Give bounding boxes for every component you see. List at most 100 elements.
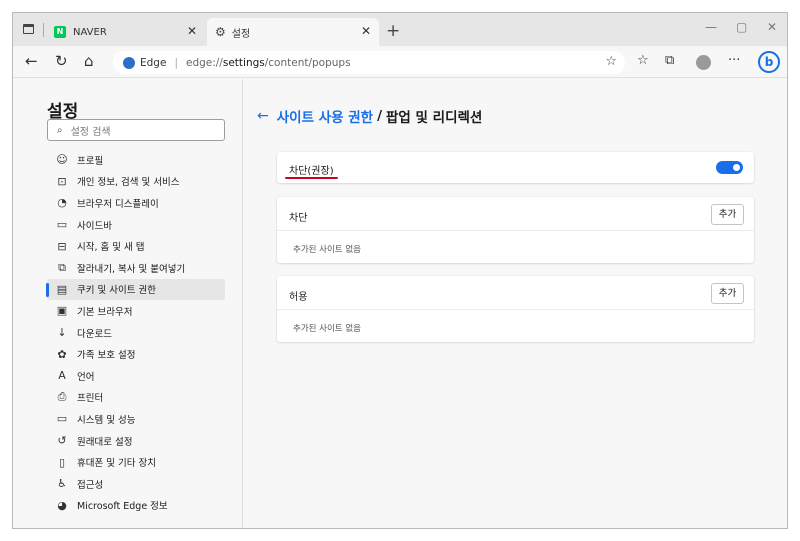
sidebar-item[interactable]: ◔ 브라우저 디스플레이 [47, 192, 225, 214]
reset-icon: ↺ [57, 434, 67, 448]
sidebar-item-label: 쿠키 및 사이트 권한 [77, 285, 156, 297]
gear-icon: ⚙ [215, 25, 226, 39]
sidebar-item[interactable]: ☺ 프로필 [47, 149, 225, 171]
block-empty-text: 추가된 사이트 없음 [293, 245, 361, 255]
settings-nav: ☺ 프로필 ⊡ 개인 정보, 검색 및 서비스 ◔ 브라우저 디스플레이 ▭ 사이드바 ⊟ 시작,… [46, 149, 225, 517]
workspaces-icon[interactable] [23, 24, 34, 34]
back-arrow-icon[interactable]: ← [257, 108, 269, 124]
site-label: Edge [140, 56, 167, 69]
sidebar-item-label: 잘라내기, 복사 및 붙여넣기 [77, 263, 186, 275]
sidebar-item[interactable]: ↺ 원래대로 설정 [47, 430, 225, 452]
address-bar[interactable]: Edge | edge://settings/content/popups ☆ [113, 51, 625, 74]
url-host: settings [222, 56, 265, 69]
maximize-button[interactable]: ▢ [736, 20, 747, 34]
bing-chat-icon[interactable]: b [758, 51, 780, 73]
sidebar-item-label: 시스템 및 성능 [77, 414, 136, 426]
sidebar-icon: ▭ [56, 218, 68, 232]
sidebar-item[interactable]: ⊟ 시작, 홈 및 새 탭 [47, 235, 225, 257]
block-recommended-label: 차단(권장) [289, 166, 334, 177]
favorites-icon[interactable]: ☆ [637, 52, 649, 70]
accessibility-icon: ♿ [57, 477, 67, 491]
sidebar-item-label: 프린터 [77, 393, 104, 405]
settings-search-input[interactable]: ⌕ 설정 검색 [47, 119, 225, 141]
cookies-icon: ▤ [56, 282, 68, 296]
phone-icon: ▯ [58, 455, 66, 469]
back-arrow-icon[interactable]: ← [25, 52, 38, 70]
allow-add-button[interactable]: 추가 [711, 283, 744, 304]
tab-strip: N NAVER ✕ ⚙ 설정 ✕ + — ▢ ✕ [13, 13, 787, 46]
block-section: 차단 추가 추가된 사이트 없음 [277, 197, 754, 263]
sidebar-item[interactable]: ⊡ 개인 정보, 검색 및 서비스 [47, 171, 225, 193]
sidebar-item[interactable]: ▭ 사이드바 [47, 214, 225, 236]
block-section-title: 차단 [289, 213, 308, 224]
sidebar-item-label: 언어 [77, 371, 95, 383]
tab-title: NAVER [73, 26, 107, 38]
allow-section-title: 허용 [289, 292, 308, 303]
tab-strip-separator [43, 23, 44, 37]
search-placeholder: 설정 검색 [70, 126, 111, 138]
download-icon: ↓ [57, 326, 67, 340]
add-favorite-icon[interactable]: ☆ [605, 54, 617, 69]
sidebar-item-label: 브라우저 디스플레이 [77, 198, 159, 210]
minimize-button[interactable]: — [705, 20, 717, 34]
tab-title: 설정 [231, 28, 251, 40]
block-setting-card: 차단(권장) [277, 152, 754, 183]
system-icon: ▭ [56, 412, 68, 426]
more-options-icon[interactable]: ··· [728, 52, 740, 70]
sidebar-item[interactable]: ↓ 다운로드 [47, 322, 225, 344]
close-tab-icon[interactable]: ✕ [361, 24, 371, 38]
allow-section: 허용 추가 추가된 사이트 없음 [277, 276, 754, 342]
sidebar-item[interactable]: ⧉ 잘라내기, 복사 및 붙여넣기 [47, 257, 225, 279]
browser-window: N NAVER ✕ ⚙ 설정 ✕ + — ▢ ✕ ← ↻ ⌂ Edge | ed… [12, 12, 788, 529]
url-prefix: edge:// [185, 56, 223, 69]
section-divider [277, 309, 754, 310]
refresh-icon[interactable]: ↻ [55, 52, 68, 70]
sidebar-item-label: 휴대폰 및 기타 장치 [77, 458, 156, 470]
sidebar-item-label: 기본 브라우저 [77, 306, 133, 318]
sidebar-item[interactable]: ▯ 휴대폰 및 기타 장치 [47, 451, 225, 473]
profile-avatar[interactable] [696, 55, 711, 70]
home-tab-icon: ⊟ [57, 239, 67, 253]
sidebar-item[interactable]: ✿ 가족 보호 설정 [47, 343, 225, 365]
sidebar-item[interactable]: ♿ 접근성 [47, 473, 225, 495]
block-add-button[interactable]: 추가 [711, 204, 744, 225]
sidebar-item-label: 접근성 [77, 479, 104, 491]
allow-empty-text: 추가된 사이트 없음 [293, 324, 361, 334]
edge-logo-icon [123, 56, 135, 69]
tab-settings[interactable]: ⚙ 설정 ✕ [207, 18, 379, 46]
toolbar: ← ↻ ⌂ Edge | edge://settings/content/pop… [13, 46, 787, 78]
sidebar-item-label: 시작, 홈 및 새 탭 [77, 242, 145, 254]
close-tab-icon[interactable]: ✕ [187, 24, 197, 38]
sidebar-item-label: 프로필 [77, 155, 104, 167]
naver-favicon-icon: N [54, 26, 66, 38]
sidebar-item[interactable]: ▭ 시스템 및 성능 [47, 408, 225, 430]
tab-naver[interactable]: N NAVER ✕ [50, 18, 205, 46]
sidebar-item[interactable]: ◕ Microsoft Edge 정보 [47, 495, 225, 517]
page-title: 팝업 및 리디렉션 [386, 110, 483, 126]
new-tab-button[interactable]: + [386, 21, 400, 41]
printer-icon: ⎙ [57, 390, 67, 404]
family-icon: ✿ [57, 347, 67, 361]
sidebar-item-label: 원래대로 설정 [77, 436, 133, 448]
breadcrumb-separator: / [377, 108, 383, 124]
profile-icon: ☺ [56, 153, 68, 167]
sidebar-item[interactable]: ▣ 기본 브라우저 [47, 300, 225, 322]
breadcrumb-link[interactable]: 사이트 사용 권한 [277, 106, 373, 126]
block-toggle[interactable] [716, 161, 743, 174]
collections-icon[interactable]: ⧉ [665, 52, 674, 70]
default-browser-icon: ▣ [56, 304, 68, 318]
home-icon[interactable]: ⌂ [84, 52, 94, 70]
edge-logo-icon: ◕ [57, 498, 67, 512]
share-icon: ⧉ [58, 260, 66, 274]
url-path: /content/popups [264, 56, 351, 69]
section-divider [277, 230, 754, 231]
appearance-icon: ◔ [57, 196, 67, 210]
sidebar-item-label: 다운로드 [77, 328, 112, 340]
url-text: edge://settings/content/popups [186, 57, 351, 69]
sidebar-item[interactable]: ⎙ 프린터 [47, 387, 225, 409]
red-underline-annotation [285, 177, 338, 179]
sidebar-item[interactable]: A 언어 [47, 365, 225, 387]
close-window-button[interactable]: ✕ [767, 20, 777, 34]
sidebar-item-label: 가족 보호 설정 [77, 350, 136, 362]
sidebar-item[interactable]: ▤ 쿠키 및 사이트 권한 [46, 278, 225, 301]
